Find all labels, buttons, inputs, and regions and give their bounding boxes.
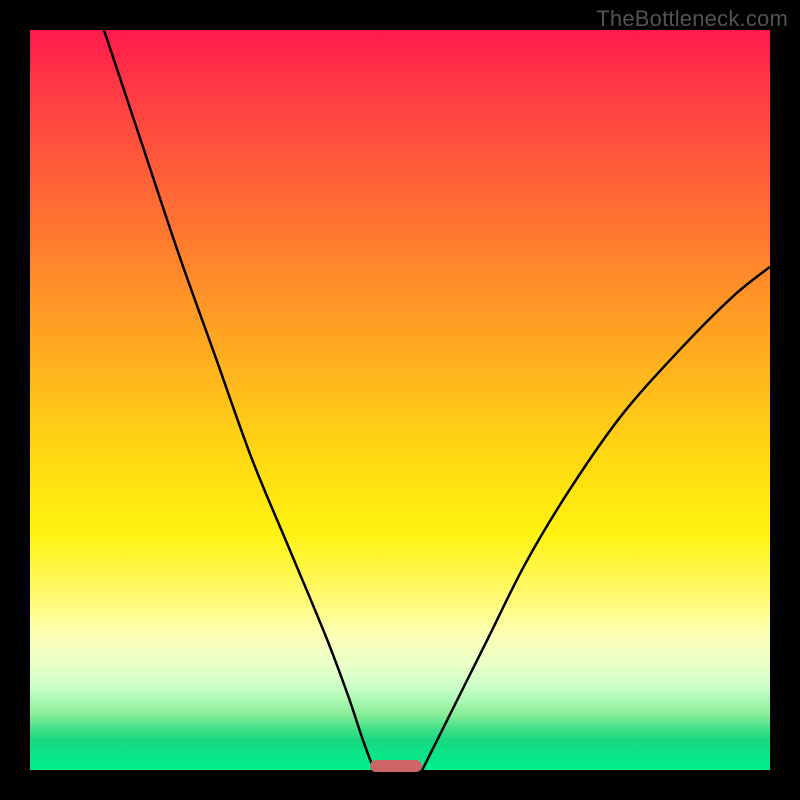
chart-plot-area <box>30 30 770 770</box>
watermark-text: TheBottleneck.com <box>596 6 788 32</box>
right-curve-path <box>422 267 770 770</box>
bottleneck-marker <box>370 760 422 772</box>
chart-curves-svg <box>30 30 770 770</box>
left-curve-path <box>104 30 374 770</box>
